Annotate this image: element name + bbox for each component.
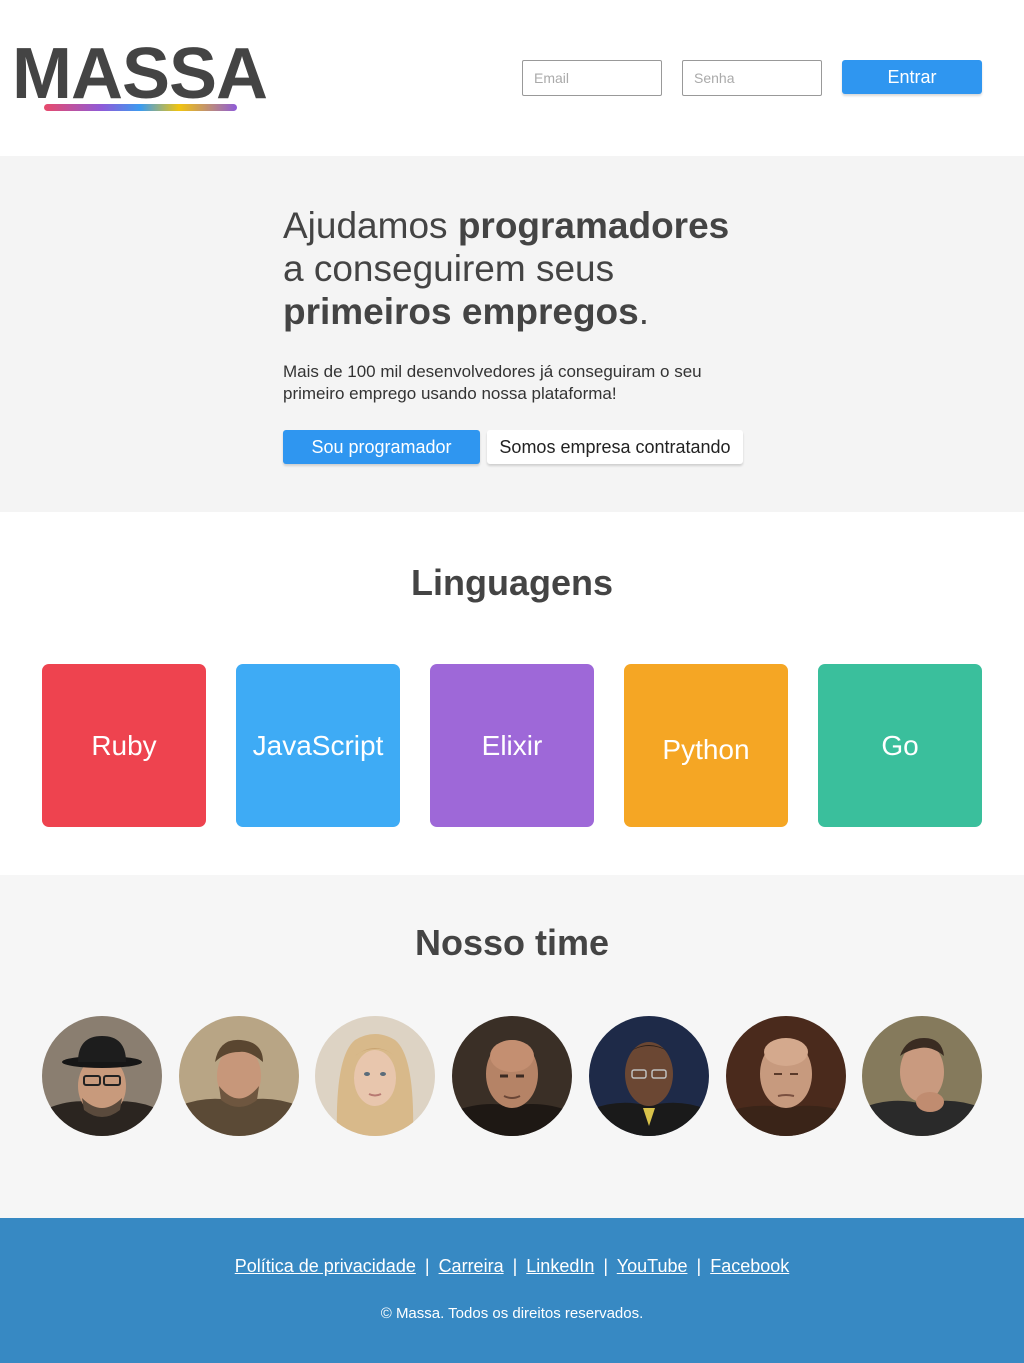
careers-link[interactable]: Carreira <box>439 1256 504 1276</box>
language-card-elixir[interactable]: Elixir <box>430 664 594 827</box>
facebook-link[interactable]: Facebook <box>710 1256 789 1276</box>
language-label: Ruby <box>91 729 157 761</box>
copyright: © Massa. Todos os direitos reservados. <box>380 1305 644 1322</box>
member-photo <box>452 1016 572 1136</box>
logo-underline <box>44 104 237 111</box>
footer-links: Política de privacidade | Carreira | Lin… <box>0 1256 1024 1277</box>
linkedin-link[interactable]: LinkedIn <box>526 1256 594 1276</box>
link-separator: | <box>696 1256 702 1276</box>
member-photo <box>315 1016 435 1136</box>
member-photo <box>42 1016 162 1136</box>
member-photo <box>862 1016 982 1136</box>
language-label: Go <box>881 729 919 761</box>
programmer-button[interactable]: Sou programador <box>283 430 480 464</box>
email-field[interactable] <box>522 60 662 96</box>
language-label: Python <box>662 733 750 765</box>
password-field[interactable] <box>682 60 822 96</box>
link-separator: | <box>424 1256 430 1276</box>
language-card-go[interactable]: Go <box>818 664 982 827</box>
languages-section: Linguagens Ruby JavaScript Elixir Python… <box>0 512 1024 875</box>
team-member-avatar[interactable] <box>726 1016 846 1136</box>
team-title: Nosso time <box>414 922 610 963</box>
hero-subtitle: Mais de 100 mil desenvolvedores já conse… <box>283 362 702 403</box>
member-photo <box>179 1016 299 1136</box>
member-photo <box>589 1016 709 1136</box>
link-separator: | <box>512 1256 518 1276</box>
login-button[interactable]: Entrar <box>842 60 982 94</box>
team-member-avatar[interactable] <box>862 1016 982 1136</box>
languages-title: Linguagens <box>410 562 613 603</box>
language-label: JavaScript <box>252 729 384 761</box>
company-button[interactable]: Somos empresa contratando <box>487 430 743 464</box>
link-separator: | <box>603 1256 609 1276</box>
privacy-link[interactable]: Política de privacidade <box>235 1256 416 1276</box>
hero-title-bold1: programadores <box>457 205 730 246</box>
hero-title-end: . <box>638 291 650 332</box>
youtube-link[interactable]: YouTube <box>617 1256 688 1276</box>
hero-title: Ajudamos programadores a conseguirem seus… <box>283 204 763 333</box>
team-member-avatar[interactable] <box>315 1016 435 1136</box>
team-section: Nosso time <box>0 875 1024 1218</box>
team-member-avatar[interactable] <box>179 1016 299 1136</box>
language-card-javascript[interactable]: JavaScript <box>236 664 400 827</box>
language-card-python[interactable]: Python <box>624 664 788 827</box>
language-card-ruby[interactable]: Ruby <box>42 664 206 827</box>
member-photo <box>726 1016 846 1136</box>
team-member-avatar[interactable] <box>589 1016 709 1136</box>
logo[interactable]: MASSA <box>12 34 268 114</box>
team-member-avatar[interactable] <box>42 1016 162 1136</box>
language-label: Elixir <box>481 729 543 761</box>
site-header: MASSA Entrar <box>0 0 1024 156</box>
hero-title-part2: a conseguirem seus <box>283 248 615 289</box>
site-footer: Política de privacidade | Carreira | Lin… <box>0 1218 1024 1363</box>
hero-title-part1: Ajudamos <box>283 205 458 246</box>
team-member-avatar[interactable] <box>452 1016 572 1136</box>
hero-section: Ajudamos programadores a conseguirem seus… <box>0 156 1024 512</box>
hero-title-bold2: primeiros empregos <box>283 291 639 332</box>
